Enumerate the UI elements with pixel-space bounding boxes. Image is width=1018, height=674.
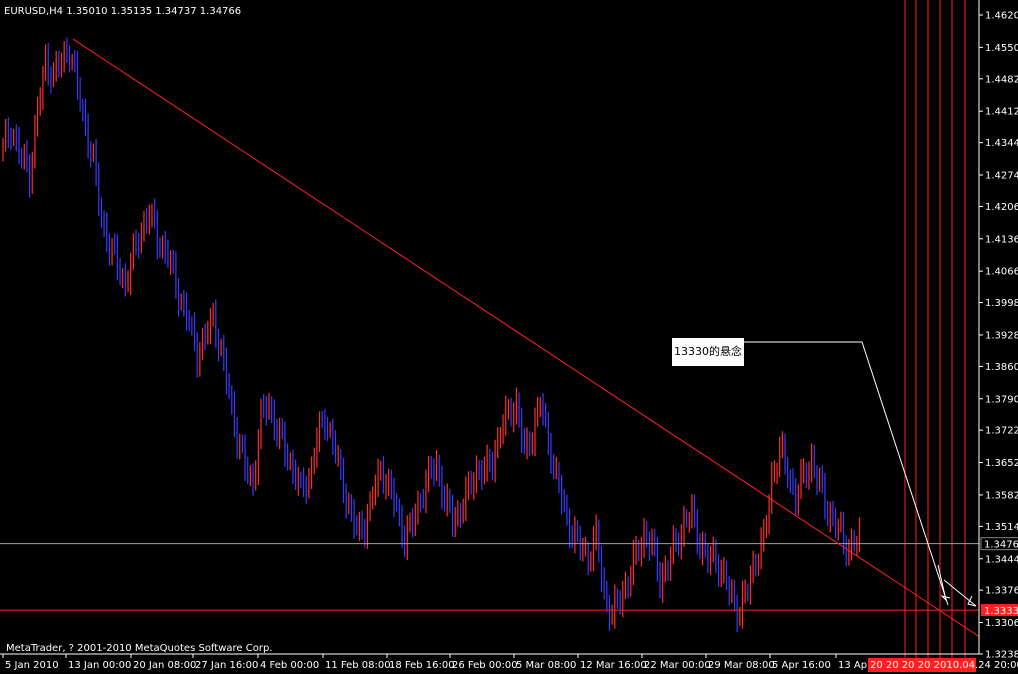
time-tick-label: 26 Feb 00:00 (452, 660, 518, 671)
price-tick-label: 1.33060 (985, 618, 1018, 629)
time-tick-label: 5 Mar 08:00 (516, 660, 576, 671)
time-tick-label: 27 Jan 16:00 (195, 660, 258, 671)
price-tick-label: 1.33760 (985, 586, 1018, 597)
future-time-label: 20 20 20 20 2010.04.24 20:00 (870, 660, 1018, 671)
annotation-label[interactable]: 13330的悬念 (672, 338, 744, 366)
price-tick-label: 1.45500 (985, 43, 1018, 54)
time-tick-label: 29 Mar 08:00 (708, 660, 775, 671)
price-tick-label: 1.44820 (985, 74, 1018, 85)
price-tick-label: 1.32380 (985, 650, 1018, 661)
price-axis: 1.46200 1.45500 1.44820 1.44120 1.43440 1.427… (978, 0, 1018, 661)
time-axis: 5 Jan 2010 13 Jan 00:00 20 Jan 08:0027 Jan… (0, 653, 1018, 672)
time-tick-label: 12 Mar 16:00 (580, 660, 647, 671)
price-tick-label: 1.34440 (985, 554, 1018, 565)
current-price-label: 1.34766 (984, 540, 1018, 551)
arrow-marker (943, 579, 977, 607)
time-tick-label: 13 Jan 00:00 (68, 660, 131, 671)
time-tick-label: 13 Apr (838, 660, 872, 671)
ohlc-bars (2, 37, 861, 632)
time-tick-label: 11 Feb 08:00 (325, 660, 391, 671)
time-tick-label: 22 Mar 00:00 (644, 660, 711, 671)
price-tick-label: 1.39280 (985, 330, 1018, 341)
price-tick-label: 1.35140 (985, 522, 1018, 533)
price-tick-label: 1.46200 (985, 11, 1018, 22)
time-tick-label: 4 Feb 00:00 (260, 660, 319, 671)
price-tick-label: 1.37900 (985, 394, 1018, 405)
down-trendline (72, 38, 980, 637)
price-tick-label: 1.37220 (985, 426, 1018, 437)
price-tick-label: 1.38600 (985, 362, 1018, 373)
symbol-header: EURUSD,H4 1.35010 1.35135 1.34737 1.3476… (4, 6, 241, 17)
price-tick-label: 1.42740 (985, 170, 1018, 181)
price-chart[interactable]: 1.46200 1.45500 1.44820 1.44120 1.43440 1.427… (0, 0, 1018, 674)
price-tick-label: 1.39980 (985, 298, 1018, 309)
chart-overlays (0, 0, 980, 662)
copyright-text: MetaTrader, ? 2001-2010 MetaQuotes Softw… (6, 643, 272, 654)
price-tick-label: 1.36520 (985, 458, 1018, 469)
price-tick-label: 1.41360 (985, 234, 1018, 245)
time-tick-label: 5 Jan 2010 (5, 660, 59, 671)
time-tick-label: 5 Apr 16:00 (772, 660, 831, 671)
price-tick-label: 1.35820 (985, 490, 1018, 501)
time-tick-label: 18 Feb 16:00 (389, 660, 455, 671)
level-price-label: 1.33330 (984, 606, 1018, 617)
price-tick-label: 1.44120 (985, 107, 1018, 118)
price-tick-label: 1.42060 (985, 202, 1018, 213)
price-tick-label: 1.40660 (985, 267, 1018, 278)
price-tick-label: 1.43440 (985, 138, 1018, 149)
time-tick-label: 20 Jan 08:00 (133, 660, 196, 671)
